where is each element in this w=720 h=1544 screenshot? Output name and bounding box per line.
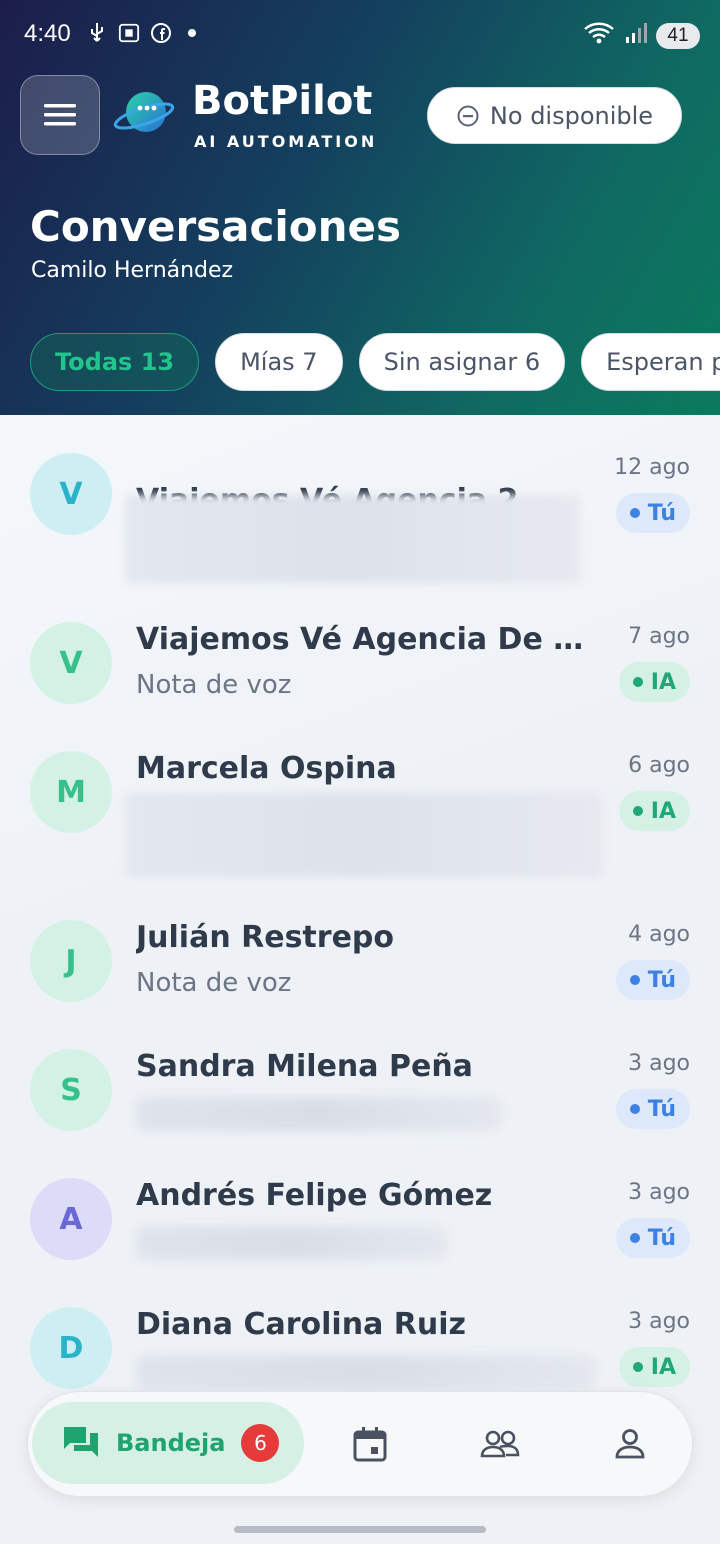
page-subtitle: Camilo Hernández — [31, 258, 234, 283]
avatar: V — [30, 622, 112, 704]
contact-name: Sandra Milena Peña — [136, 1049, 473, 1084]
message-preview-blurred — [136, 1355, 596, 1389]
avatar: A — [30, 1178, 112, 1260]
badge-label: IA — [650, 1354, 676, 1380]
badge-dot — [632, 1362, 643, 1372]
filter-mine[interactable]: Mías 7 — [215, 333, 343, 391]
avatar: V — [30, 453, 112, 535]
minus-circle-icon — [457, 105, 479, 126]
battery-level: 41 — [656, 23, 700, 49]
people-icon — [480, 1430, 520, 1458]
badge-dot — [629, 508, 640, 518]
conversation-row[interactable]: V Viajemos Vé Agencia 2 12 ago Tú — [0, 445, 720, 614]
contact-name: Marcela Ospina — [136, 751, 397, 786]
wifi-icon — [582, 20, 616, 52]
calendar-icon — [353, 1427, 387, 1462]
signal-icon — [624, 21, 648, 51]
nav-calendar[interactable] — [348, 1422, 392, 1466]
availability-button[interactable]: No disponible — [427, 87, 682, 144]
badge-label: Tú — [647, 967, 676, 993]
brand-subtitle: AI AUTOMATION — [194, 132, 378, 151]
badge-dot — [632, 677, 643, 687]
badge-label: IA — [650, 798, 676, 824]
badge-label: Tú — [647, 500, 676, 526]
unread-count-badge: 6 — [241, 1424, 280, 1462]
conversation-date: 3 ago — [628, 1051, 690, 1076]
home-indicator[interactable] — [234, 1526, 486, 1533]
menu-button[interactable] — [20, 75, 100, 155]
assignee-badge: Tú — [615, 1089, 690, 1129]
conversation-list: V Viajemos Vé Agencia 2 12 ago Tú V Viaj… — [0, 415, 720, 1544]
badge-label: IA — [650, 669, 676, 695]
nav-inbox[interactable]: Bandeja 6 — [32, 1402, 304, 1484]
nav-inbox-label: Bandeja — [116, 1429, 226, 1457]
filter-all[interactable]: Todas 13 — [30, 333, 200, 391]
badge-label: Tú — [647, 1096, 676, 1122]
assignee-badge: Tú — [615, 960, 690, 1000]
app-header: 4:40 41 BotPilot AI AUTOMATION No dispon… — [0, 0, 720, 415]
usb-icon — [86, 20, 108, 46]
contact-name: Diana Carolina Ruiz — [136, 1307, 466, 1342]
facebook-icon — [150, 20, 172, 46]
badge-dot — [629, 1104, 640, 1114]
conversation-date: 12 ago — [614, 455, 690, 480]
message-preview: Nota de voz — [136, 968, 292, 998]
badge-dot — [632, 806, 643, 816]
page-title: Conversaciones — [30, 202, 402, 251]
assignee-badge: Tú — [615, 493, 690, 533]
conversation-date: 4 ago — [628, 922, 690, 947]
avatar: S — [30, 1049, 112, 1131]
message-preview: Nota de voz — [136, 670, 292, 700]
conversation-date: 3 ago — [628, 1309, 690, 1334]
message-preview-blurred — [125, 793, 603, 877]
chat-icon — [64, 1427, 98, 1457]
assignee-badge: Tú — [615, 1218, 690, 1258]
brand-name: BotPilot — [192, 78, 373, 124]
status-bar: 4:40 41 — [0, 0, 720, 70]
assignee-badge: IA — [618, 1347, 690, 1387]
assignee-badge: IA — [618, 662, 690, 702]
menu-icon — [44, 104, 76, 126]
contact-name: Julián Restrepo — [136, 920, 395, 955]
status-time: 4:40 — [24, 20, 71, 47]
person-icon — [615, 1429, 645, 1459]
bottom-navigation: Bandeja 6 — [27, 1391, 693, 1497]
system-icons: 41 — [582, 20, 700, 52]
message-preview-blurred — [125, 495, 580, 583]
nav-profile[interactable] — [608, 1422, 652, 1466]
message-preview-blurred — [136, 1097, 502, 1131]
nav-contacts[interactable] — [478, 1422, 522, 1466]
avatar: J — [30, 920, 112, 1002]
conversation-date: 7 ago — [628, 624, 690, 649]
badge-label: Tú — [647, 1225, 676, 1251]
conversation-date: 6 ago — [628, 753, 690, 778]
availability-label: No disponible — [489, 101, 654, 130]
avatar: M — [30, 751, 112, 833]
filter-waiting[interactable]: Esperan p — [581, 333, 720, 391]
contact-name: Viajemos Vé Agencia De V... — [136, 622, 598, 657]
filter-chips: Todas 13 Mías 7 Sin asignar 6 Esperan p — [30, 333, 720, 391]
conversation-row[interactable]: M Marcela Ospina 6 ago IA — [0, 743, 720, 912]
contact-name: Andrés Felipe Gómez — [136, 1178, 493, 1213]
filter-unassigned[interactable]: Sin asignar 6 — [358, 333, 566, 391]
message-preview-blurred — [136, 1226, 448, 1260]
screenshot-icon — [118, 20, 140, 46]
conversation-date: 3 ago — [628, 1180, 690, 1205]
notification-icons — [86, 20, 196, 46]
assignee-badge: IA — [618, 791, 690, 831]
more-notifications-dot — [188, 29, 196, 37]
avatar: D — [30, 1307, 112, 1389]
badge-dot — [629, 1233, 640, 1243]
botpilot-logo — [113, 92, 175, 132]
badge-dot — [629, 975, 640, 985]
